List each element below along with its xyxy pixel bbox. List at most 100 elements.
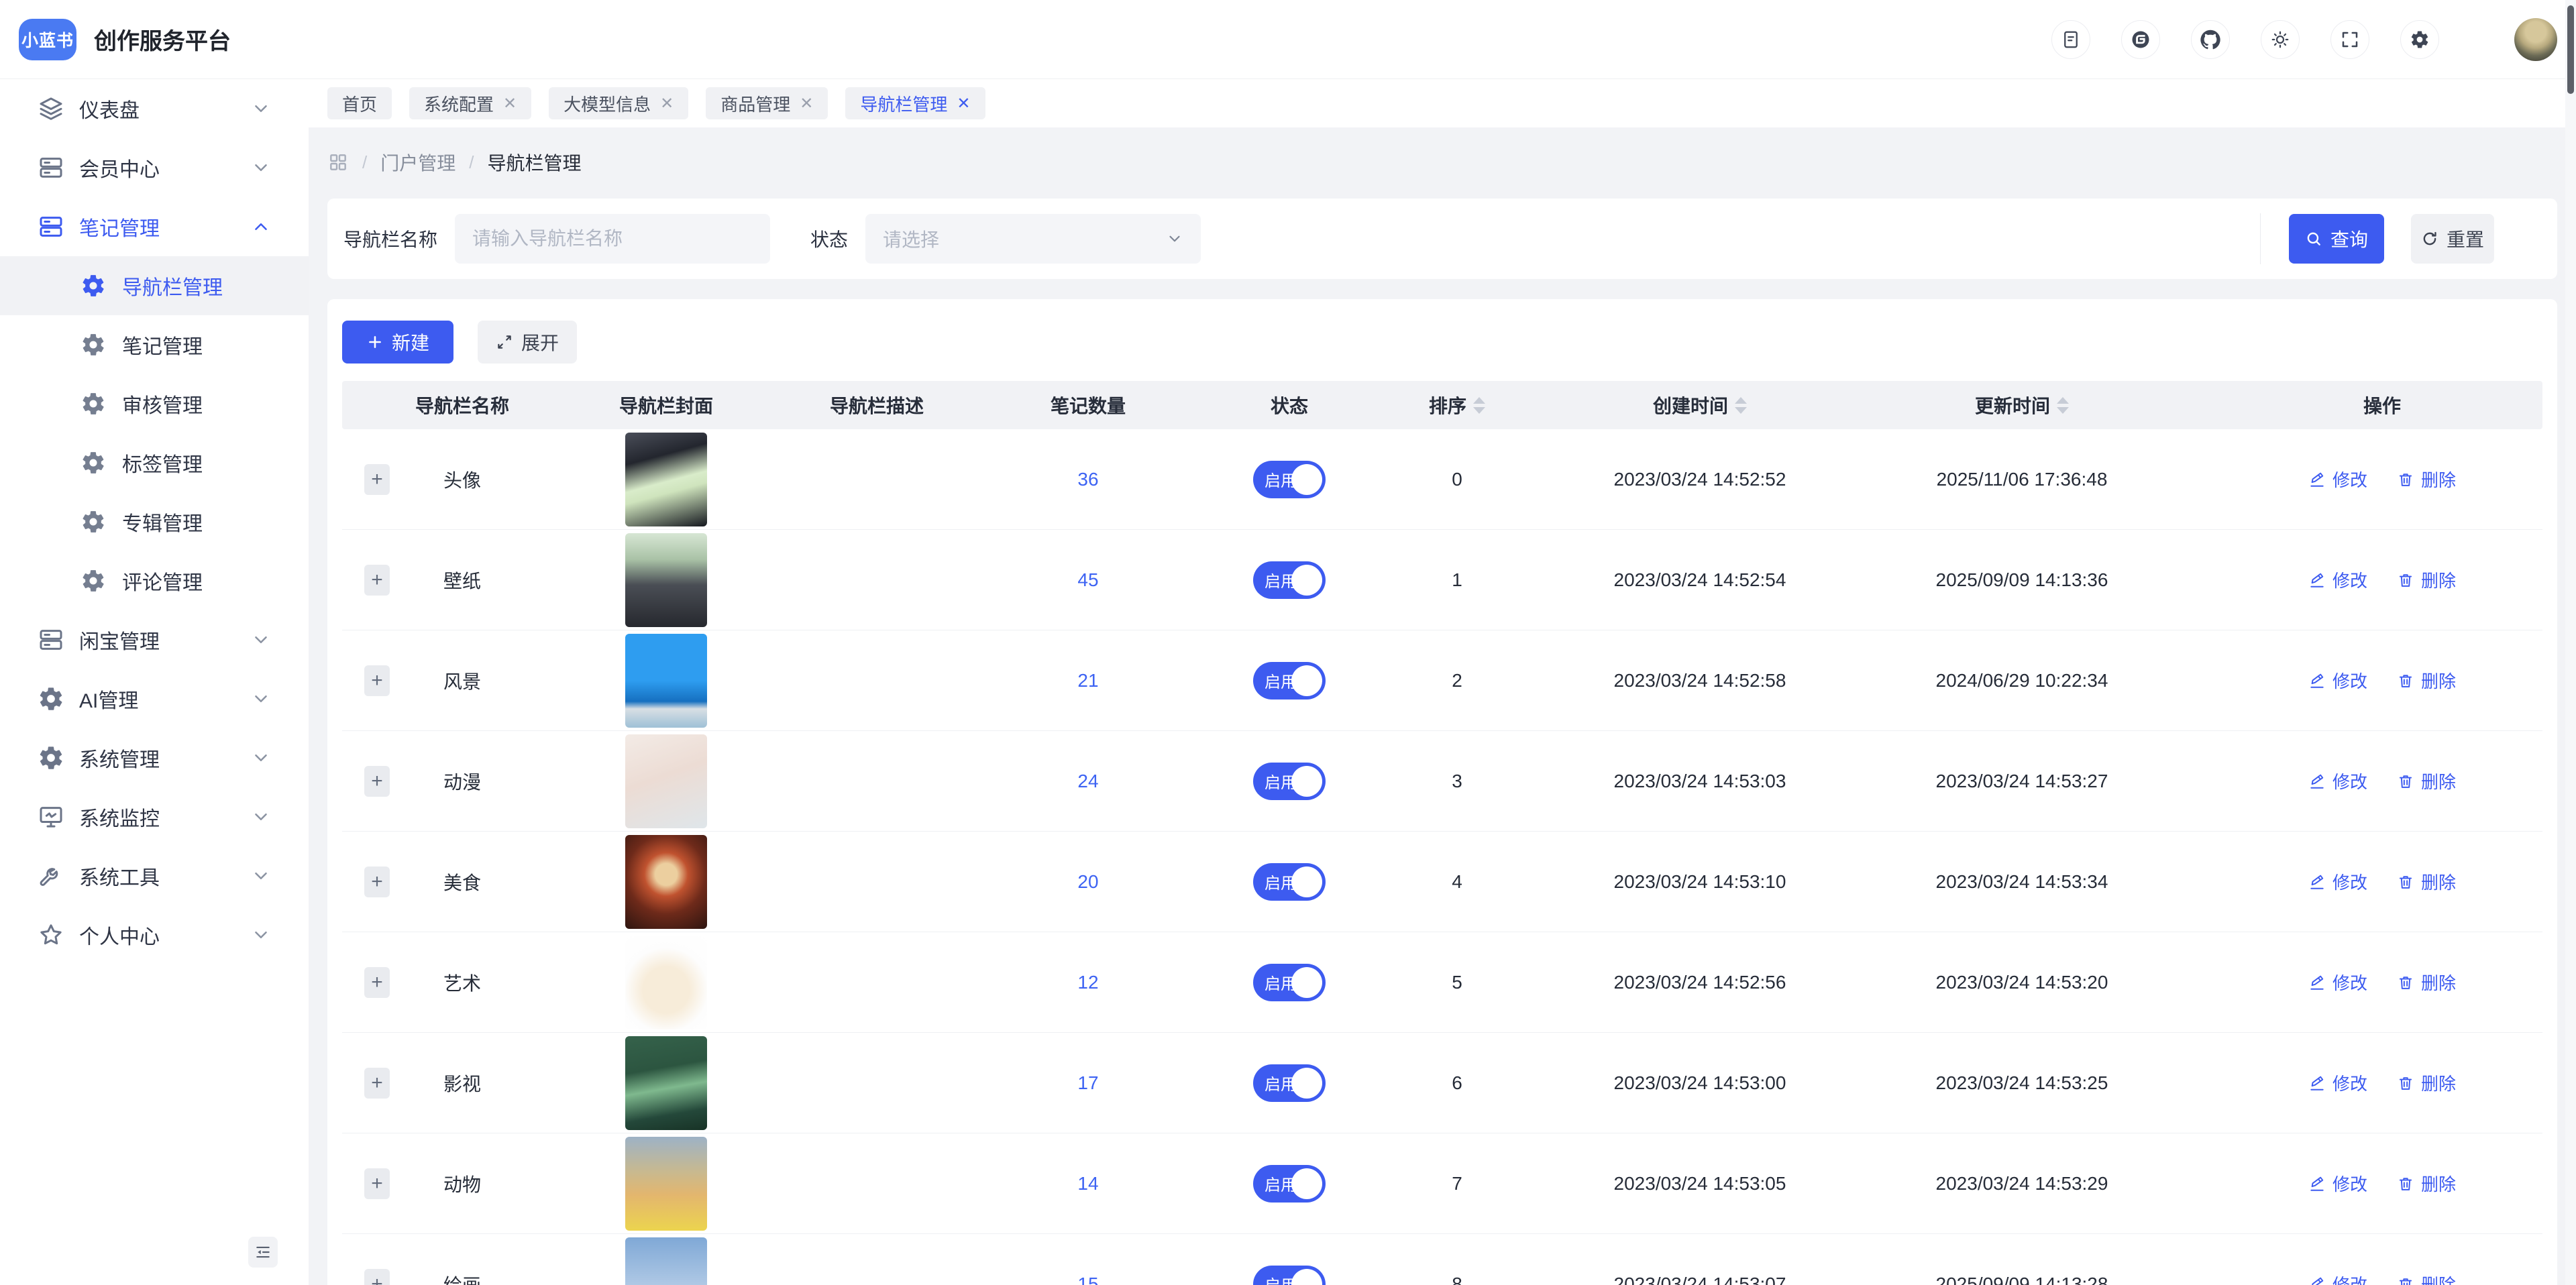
note-count-link[interactable]: 20 [1077,871,1098,893]
note-count-link[interactable]: 21 [1077,670,1098,691]
page-scrollbar-thumb[interactable] [2567,5,2574,94]
edit-button[interactable]: 修改 [2308,769,2367,793]
column-header-创建时间[interactable]: 创建时间 [1578,392,1822,418]
page-body: /门户管理/导航栏管理 导航栏名称 状态 请选择 查询 [309,127,2576,1285]
expand-row-button[interactable]: + [364,967,390,998]
table-header-row: 导航栏名称导航栏封面导航栏描述笔记数量状态排序创建时间更新时间操作 [342,381,2542,429]
toggle-knob-icon [1291,766,1322,797]
sidebar-subitem-专辑管理[interactable]: 专辑管理 [0,492,309,551]
tab-close-icon[interactable]: ✕ [957,94,970,113]
tab-首页[interactable]: 首页 [327,87,392,119]
expand-row-button[interactable]: + [364,565,390,596]
note-count-link[interactable]: 24 [1077,771,1098,792]
sidebar-item-仪表盘[interactable]: 仪表盘 [0,79,309,138]
delete-button[interactable]: 删除 [2397,1070,2456,1095]
delete-button[interactable]: 删除 [2397,869,2456,894]
edit-button[interactable]: 修改 [2308,970,2367,995]
sidebar-subitem-笔记管理[interactable]: 笔记管理 [0,315,309,374]
status-toggle[interactable]: 启用 [1253,863,1326,901]
sort-arrows-icon[interactable] [1473,397,1485,414]
expand-row-button[interactable]: + [364,867,390,897]
sidebar-item-AI管理[interactable]: AI管理 [0,669,309,728]
sidebar-collapse-button[interactable] [248,1237,278,1268]
sidebar-item-系统监控[interactable]: 系统监控 [0,787,309,846]
status-toggle[interactable]: 启用 [1253,461,1326,498]
settings-button[interactable] [2400,20,2439,59]
expand-row-button[interactable]: + [364,766,390,797]
column-header-排序[interactable]: 排序 [1336,392,1578,418]
status-toggle[interactable]: 启用 [1253,561,1326,599]
delete-button[interactable]: 删除 [2397,567,2456,592]
tab-close-icon[interactable]: ✕ [660,94,674,113]
edit-button[interactable]: 修改 [2308,668,2367,693]
expand-row-button[interactable]: + [364,1269,390,1285]
github-button[interactable] [2191,20,2230,59]
search-button[interactable]: 查询 [2289,214,2384,264]
reset-button[interactable]: 重置 [2411,214,2494,264]
sort-arrows-icon[interactable] [1735,397,1747,414]
edit-icon [2308,1175,2326,1192]
fullscreen-button[interactable] [2330,20,2369,59]
sort-arrows-icon[interactable] [2057,397,2069,414]
filter-name-input[interactable] [455,214,770,264]
note-count-link[interactable]: 17 [1077,1072,1098,1094]
tab-close-icon[interactable]: ✕ [800,94,813,113]
note-count-link[interactable]: 45 [1077,569,1098,591]
status-toggle[interactable]: 启用 [1253,1266,1326,1285]
tab-close-icon[interactable]: ✕ [503,94,517,113]
filter-status-select[interactable]: 请选择 [865,214,1201,264]
expand-row-button[interactable]: + [364,1168,390,1199]
edit-button[interactable]: 修改 [2308,1272,2367,1285]
delete-button[interactable]: 删除 [2397,467,2456,492]
sidebar-item-笔记管理[interactable]: 笔记管理 [0,197,309,256]
note-count-link[interactable]: 15 [1077,1274,1098,1285]
sidebar-item-系统工具[interactable]: 系统工具 [0,846,309,905]
sidebar-subitem-标签管理[interactable]: 标签管理 [0,433,309,492]
user-avatar[interactable] [2514,18,2557,61]
delete-button[interactable]: 删除 [2397,668,2456,693]
edit-button[interactable]: 修改 [2308,869,2367,894]
sidebar-subitem-导航栏管理[interactable]: 导航栏管理 [0,256,309,315]
edit-button[interactable]: 修改 [2308,567,2367,592]
sidebar-item-闲宝管理[interactable]: 闲宝管理 [0,610,309,669]
delete-button[interactable]: 删除 [2397,769,2456,793]
tab-商品管理[interactable]: 商品管理✕ [706,87,828,119]
tab-大模型信息[interactable]: 大模型信息✕ [549,87,688,119]
column-header-更新时间[interactable]: 更新时间 [1822,392,2222,418]
create-button[interactable]: 新建 [342,321,453,364]
search-button-label: 查询 [2330,225,2368,252]
delete-button[interactable]: 删除 [2397,1171,2456,1196]
status-toggle[interactable]: 启用 [1253,1064,1326,1102]
tab-系统配置[interactable]: 系统配置✕ [409,87,531,119]
note-count-link[interactable]: 12 [1077,972,1098,993]
tab-导航栏管理[interactable]: 导航栏管理✕ [845,87,985,119]
sidebar-item-系统管理[interactable]: 系统管理 [0,728,309,787]
sidebar-item-会员中心[interactable]: 会员中心 [0,138,309,197]
edit-button[interactable]: 修改 [2308,1171,2367,1196]
delete-button[interactable]: 删除 [2397,970,2456,995]
sidebar-subitem-评论管理[interactable]: 评论管理 [0,551,309,610]
trash-icon [2397,672,2414,689]
note-count-link[interactable]: 36 [1077,469,1098,490]
docs-button[interactable] [2051,20,2090,59]
expand-row-button[interactable]: + [364,1068,390,1099]
status-toggle[interactable]: 启用 [1253,1165,1326,1203]
delete-button[interactable]: 删除 [2397,1272,2456,1285]
sidebar-subitem-label: 导航栏管理 [122,271,223,300]
breadcrumb-item[interactable]: 门户管理 [380,149,455,176]
gitee-button[interactable] [2121,20,2160,59]
expand-row-button[interactable]: + [364,464,390,495]
edit-button[interactable]: 修改 [2308,467,2367,492]
status-toggle[interactable]: 启用 [1253,662,1326,700]
updated-time-cell: 2023/03/24 14:53:25 [1822,1072,2222,1094]
theme-button[interactable] [2261,20,2300,59]
expand-row-button[interactable]: + [364,665,390,696]
edit-button[interactable]: 修改 [2308,1070,2367,1095]
note-count-link[interactable]: 14 [1077,1173,1098,1194]
sidebar-subitem-审核管理[interactable]: 审核管理 [0,374,309,433]
status-toggle[interactable]: 启用 [1253,964,1326,1001]
sidebar-item-个人中心[interactable]: 个人中心 [0,905,309,964]
page-scrollbar[interactable] [2565,0,2576,1285]
status-toggle[interactable]: 启用 [1253,763,1326,800]
expand-all-button[interactable]: 展开 [478,321,577,364]
